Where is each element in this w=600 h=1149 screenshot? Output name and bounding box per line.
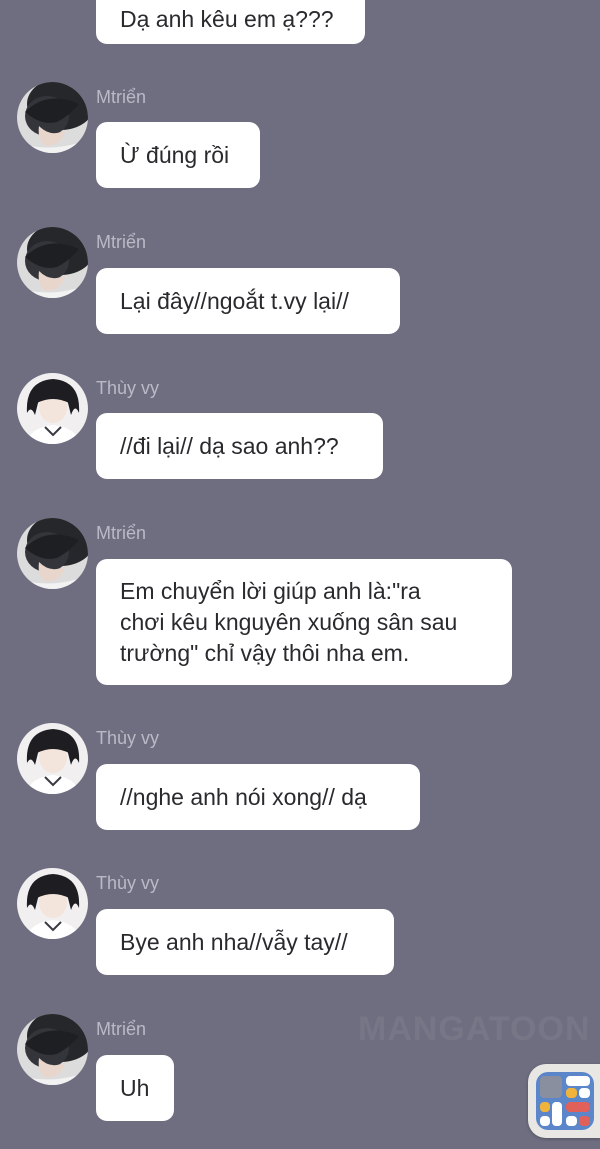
avatar-thuyvy[interactable] — [17, 868, 88, 939]
avatar-thuyvy[interactable] — [17, 723, 88, 794]
message-bubble[interactable]: Bye anh nha//vẫy tay// — [96, 909, 394, 975]
avatar-boy-icon — [17, 518, 88, 589]
sender-name: Thùy vy — [96, 378, 160, 398]
message-bubble[interactable]: Em chuyển lời giúp anh là:"ra chơi kêu k… — [96, 559, 512, 685]
avatar-girl-icon — [17, 373, 88, 444]
avatar-girl-icon — [17, 868, 88, 939]
message-bubble[interactable]: Dạ anh kêu em ạ??? — [96, 0, 365, 44]
sender-name: Mtriển — [96, 232, 147, 252]
sender-name: Mtriển — [96, 87, 147, 107]
message-bubble[interactable]: //nghe anh nói xong// dạ — [96, 764, 420, 830]
chat-thread[interactable]: Dạ anh kêu em ạ??? Mtriển Ừ đúng rồi Mtr… — [0, 0, 600, 1149]
watermark: MANGATOON — [358, 1010, 591, 1048]
message-bubble[interactable]: Ừ đúng rồi — [96, 122, 260, 188]
sender-name: Mtriển — [96, 523, 147, 543]
avatar-girl-icon — [17, 723, 88, 794]
control-center-widget-icon — [536, 1072, 594, 1130]
avatar-mtrien[interactable] — [17, 518, 88, 589]
message-bubble[interactable]: //đi lại// dạ sao anh?? — [96, 413, 383, 479]
sender-name: Thùy vy — [96, 728, 160, 748]
avatar-mtrien[interactable] — [17, 82, 88, 153]
avatar-mtrien[interactable] — [17, 1014, 88, 1085]
sender-name: Thùy vy — [96, 873, 160, 893]
avatar-thuyvy[interactable] — [17, 373, 88, 444]
avatar-boy-icon — [17, 1014, 88, 1085]
avatar-boy-icon — [17, 82, 88, 153]
sender-name: Mtriển — [96, 1019, 147, 1039]
control-center-widget[interactable] — [528, 1064, 600, 1138]
avatar-mtrien[interactable] — [17, 227, 88, 298]
avatar-boy-icon — [17, 227, 88, 298]
message-bubble[interactable]: Uh — [96, 1055, 174, 1121]
message-bubble[interactable]: Lại đây//ngoắt t.vy lại// — [96, 268, 400, 334]
